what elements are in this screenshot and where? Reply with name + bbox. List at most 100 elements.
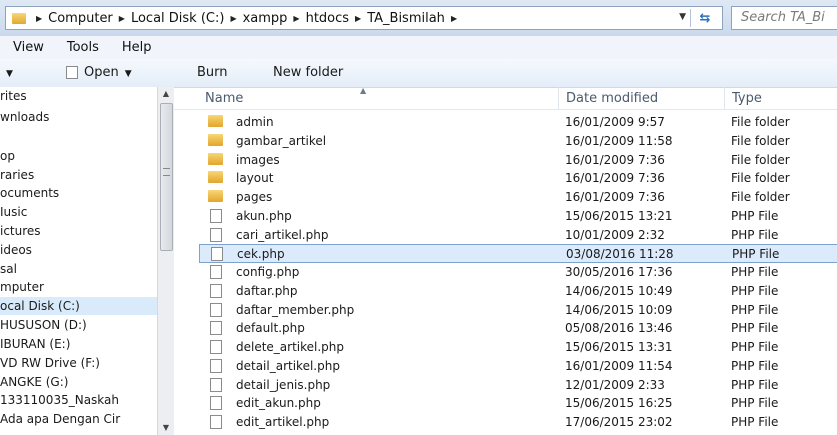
- file-name: daftar.php: [236, 283, 298, 298]
- column-divider[interactable]: [724, 87, 725, 109]
- file-row[interactable]: daftar_member.php 14/06/2015 10:09 PHP Fil…: [199, 301, 837, 320]
- file-name: edit_artikel.php: [236, 415, 330, 429]
- file-row[interactable]: images 16/01/2009 7:36 File folder: [199, 151, 837, 170]
- document-icon: [211, 247, 223, 262]
- nav-item[interactable]: op: [0, 147, 15, 165]
- nav-item[interactable]: Iusic: [0, 203, 27, 221]
- menu-tools[interactable]: Tools: [67, 40, 99, 55]
- folder-icon: [208, 171, 223, 184]
- file-type: PHP File: [731, 283, 779, 298]
- chevron-right-icon[interactable]: ▶: [230, 14, 236, 23]
- file-date-modified: 16/01/2009 11:58: [565, 133, 673, 148]
- document-icon: [66, 66, 78, 79]
- open-button[interactable]: Open ▼: [66, 59, 132, 87]
- breadcrumb-local-disk[interactable]: Local Disk (C:): [131, 11, 224, 26]
- folder-icon: [208, 152, 223, 165]
- address-bar: ▶ Computer ▶ Local Disk (C:) ▶ xampp ▶ h…: [0, 0, 837, 36]
- file-date-modified: 14/06/2015 10:49: [565, 283, 673, 298]
- file-row[interactable]: layout 16/01/2009 7:36 File folder: [199, 169, 837, 188]
- menu-view[interactable]: View: [13, 40, 44, 55]
- nav-item[interactable]: ocuments: [0, 184, 59, 202]
- nav-item[interactable]: rites: [0, 87, 27, 105]
- file-row[interactable]: cek.php 03/08/2016 11:28 PHP File: [199, 244, 837, 264]
- document-icon: [210, 321, 222, 336]
- nav-item[interactable]: raries: [0, 166, 34, 184]
- file-date-modified: 10/01/2009 2:32: [565, 227, 665, 242]
- nav-item[interactable]: IBURAN (E:): [0, 335, 70, 353]
- file-date-modified: 05/08/2016 13:46: [565, 321, 673, 336]
- nav-item[interactable]: ANGKE (G:): [0, 373, 68, 391]
- nav-item[interactable]: mputer: [0, 278, 44, 296]
- organize-dropdown-icon[interactable]: ▼: [6, 59, 13, 87]
- document-icon: [210, 302, 222, 317]
- file-row[interactable]: admin 16/01/2009 9:57 File folder: [199, 113, 837, 132]
- column-divider[interactable]: [558, 87, 559, 109]
- nav-item[interactable]: ideos: [0, 241, 32, 259]
- column-name[interactable]: Name: [205, 91, 243, 106]
- nav-item[interactable]: ocal Disk (C:): [0, 297, 157, 315]
- address-dropdown-icon[interactable]: ▼: [679, 12, 686, 22]
- scroll-thumb[interactable]: [160, 103, 173, 251]
- burn-button[interactable]: Burn: [197, 59, 228, 87]
- nav-item[interactable]: VD RW Drive (F:): [0, 354, 100, 372]
- breadcrumb-computer[interactable]: Computer: [48, 11, 113, 26]
- nav-item[interactable]: wnloads: [0, 108, 49, 126]
- file-row[interactable]: edit_akun.php 15/06/2015 16:25 PHP File: [199, 394, 837, 413]
- nav-item[interactable]: 133110035_Naskah: [0, 391, 119, 409]
- file-row[interactable]: detail_artikel.php 16/01/2009 11:54 PHP Fi…: [199, 357, 837, 376]
- file-row[interactable]: akun.php 15/06/2015 13:21 PHP File: [199, 207, 837, 226]
- chevron-right-icon[interactable]: ▶: [119, 14, 125, 23]
- chevron-right-icon[interactable]: ▶: [355, 14, 361, 23]
- chevron-right-icon[interactable]: ▶: [293, 14, 299, 23]
- breadcrumb-xampp[interactable]: xampp: [243, 11, 288, 26]
- document-icon: [210, 283, 222, 298]
- file-date-modified: 16/01/2009 7:36: [565, 152, 665, 167]
- document-icon: [210, 208, 222, 223]
- nav-item[interactable]: HUSUSON (D:): [0, 316, 87, 334]
- new-folder-button[interactable]: New folder: [273, 59, 343, 87]
- file-row[interactable]: gambar_artikel 16/01/2009 11:58 File folde…: [199, 132, 837, 151]
- document-icon: [210, 340, 222, 354]
- document-icon: [210, 265, 222, 279]
- chevron-right-icon[interactable]: ▶: [451, 14, 457, 23]
- file-row[interactable]: cari_artikel.php 10/01/2009 2:32 PHP File: [199, 226, 837, 245]
- folder-icon: [208, 190, 223, 202]
- breadcrumb-htdocs[interactable]: htdocs: [306, 11, 349, 26]
- nav-item[interactable]: sal: [0, 260, 17, 278]
- chevron-right-icon[interactable]: ▶: [36, 14, 42, 23]
- file-type: PHP File: [731, 396, 779, 411]
- file-name: default.php: [236, 321, 305, 336]
- file-name: cari_artikel.php: [236, 227, 329, 242]
- file-type: File folder: [731, 171, 790, 186]
- file-type: File folder: [731, 133, 790, 148]
- file-name: pages: [236, 190, 273, 204]
- scroll-down-icon[interactable]: ▼: [158, 421, 174, 435]
- file-row[interactable]: pages 16/01/2009 7:36 File folder: [199, 188, 837, 207]
- nav-scrollbar[interactable]: ▲ ▼: [157, 87, 174, 435]
- file-row[interactable]: daftar.php 14/06/2015 10:49 PHP File: [199, 282, 837, 301]
- column-date-modified[interactable]: Date modified: [566, 91, 658, 106]
- search-input[interactable]: Search TA_Bi: [731, 6, 837, 30]
- file-row[interactable]: delete_artikel.php 15/06/2015 13:31 PHP Fi…: [199, 338, 837, 357]
- breadcrumb[interactable]: ▶ Computer ▶ Local Disk (C:) ▶ xampp ▶ h…: [5, 6, 723, 30]
- folder-icon: [208, 115, 223, 127]
- file-row[interactable]: edit_artikel.php 17/06/2015 23:02 PHP File: [199, 413, 837, 432]
- refresh-icon[interactable]: ⇆: [690, 9, 719, 27]
- file-type: PHP File: [731, 340, 779, 354]
- breadcrumb-ta-bismilah[interactable]: TA_Bismilah: [367, 11, 445, 26]
- command-bar: ▼ Open ▼ Burn New folder: [0, 59, 837, 88]
- file-type: PHP File: [731, 302, 779, 317]
- nav-item[interactable]: ictures: [0, 222, 41, 240]
- file-date-modified: 16/01/2009 9:57: [565, 115, 665, 129]
- file-row[interactable]: config.php 30/05/2016 17:36 PHP File: [199, 263, 837, 282]
- open-label: Open: [84, 65, 119, 80]
- file-row[interactable]: detail_jenis.php 12/01/2009 2:33 PHP File: [199, 376, 837, 395]
- file-type: PHP File: [731, 377, 779, 392]
- column-type[interactable]: Type: [732, 91, 762, 106]
- menu-help[interactable]: Help: [122, 40, 152, 55]
- nav-item[interactable]: Ada apa Dengan Cir: [0, 410, 120, 428]
- scroll-up-icon[interactable]: ▲: [158, 87, 174, 101]
- file-row[interactable]: default.php 05/08/2016 13:46 PHP File: [199, 319, 837, 338]
- file-name: gambar_artikel: [236, 133, 327, 148]
- file-type: PHP File: [731, 321, 779, 336]
